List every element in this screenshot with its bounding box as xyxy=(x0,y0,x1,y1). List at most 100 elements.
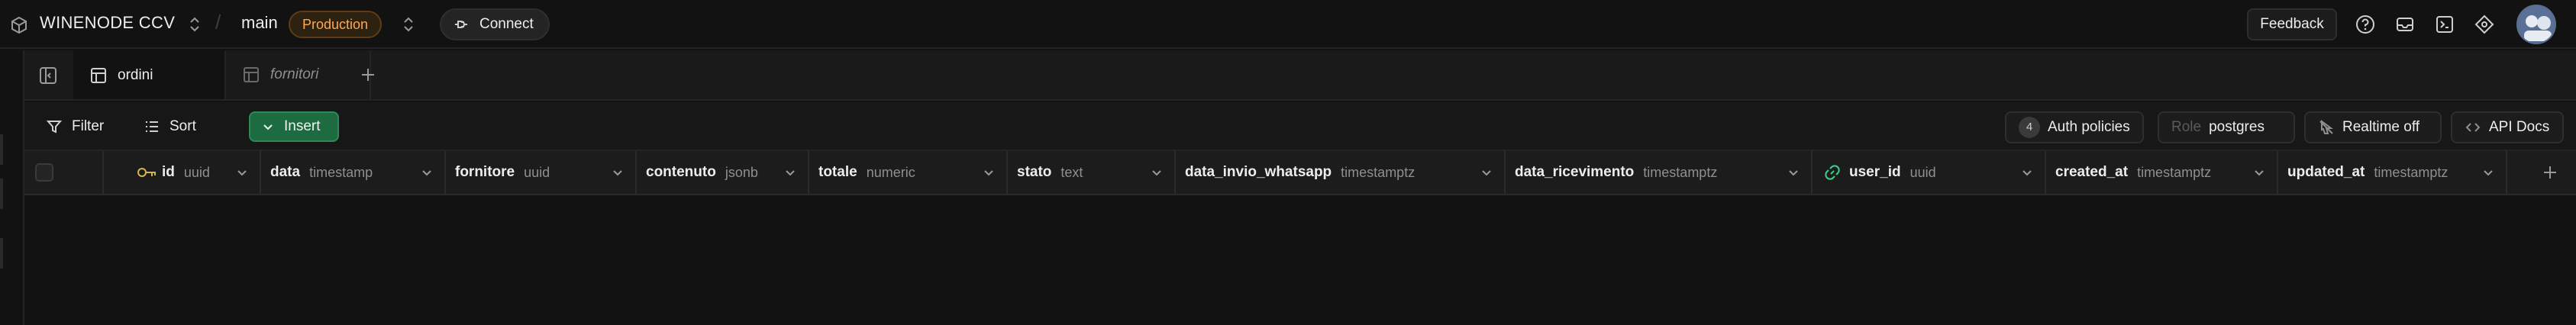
column-type: text xyxy=(1060,164,1083,180)
column-type: timestamptz xyxy=(1341,164,1416,180)
toggle-sidebar-icon[interactable] xyxy=(38,66,58,85)
rail-marker xyxy=(0,179,3,209)
column-type: jsonb xyxy=(725,164,758,180)
project-box-icon xyxy=(9,15,29,35)
role-value: postgres xyxy=(2209,119,2264,135)
select-all-column xyxy=(24,151,104,194)
chevron-down-icon[interactable] xyxy=(783,166,797,179)
user-avatar[interactable] xyxy=(2516,5,2556,44)
realtime-label: Realtime off xyxy=(2342,119,2420,135)
chevron-down-icon[interactable] xyxy=(982,166,996,179)
column-name: contenuto xyxy=(646,164,716,180)
column-type: timestamp xyxy=(309,164,373,180)
sort-button[interactable]: Sort xyxy=(133,111,207,142)
breadcrumb-separator: / xyxy=(215,11,221,34)
assistant-icon[interactable] xyxy=(2474,14,2495,35)
chevron-down-icon[interactable] xyxy=(611,166,625,179)
column-type: timestamptz xyxy=(2137,164,2212,180)
help-icon[interactable] xyxy=(2355,14,2376,35)
chevron-down-icon[interactable] xyxy=(1480,166,1493,179)
chevron-down-icon[interactable] xyxy=(1787,166,1800,179)
add-column-plus-icon[interactable] xyxy=(2541,163,2559,182)
auth-policies-button[interactable]: 4 Auth policies xyxy=(2005,111,2144,143)
branch-switcher-chevron-icon[interactable] xyxy=(400,14,417,34)
column-name: fornitore xyxy=(455,164,515,180)
terminal-icon[interactable] xyxy=(2434,14,2455,35)
realtime-toggle[interactable]: Realtime off xyxy=(2304,111,2442,143)
inbox-icon[interactable] xyxy=(2394,14,2416,35)
role-selector[interactable]: Role postgres xyxy=(2158,111,2295,143)
tab-fornitori[interactable]: fornitori xyxy=(226,50,371,99)
api-docs-button[interactable]: API Docs xyxy=(2451,111,2564,143)
feedback-button[interactable]: Feedback xyxy=(2247,8,2337,40)
chevron-down-icon[interactable] xyxy=(2481,166,2495,179)
table-icon xyxy=(90,67,107,84)
api-docs-label: API Docs xyxy=(2489,119,2550,135)
tab-label: ordini xyxy=(118,67,153,83)
branch-name[interactable]: main xyxy=(241,13,278,33)
new-tab-plus-icon[interactable] xyxy=(359,66,377,84)
primary-key-icon xyxy=(136,163,157,182)
table-toolbar: Filter Sort Insert 4 Auth policies Role … xyxy=(24,102,2576,151)
project-name[interactable]: WINENODE CCV xyxy=(40,13,175,33)
auth-policies-label: Auth policies xyxy=(2048,119,2130,135)
rail-marker xyxy=(0,134,3,165)
tab-label: fornitori xyxy=(270,66,319,82)
column-header-id[interactable]: id uuid xyxy=(104,151,261,194)
top-bar: WINENODE CCV / main Production Connect F… xyxy=(0,0,2576,49)
column-header-created-at[interactable]: created_at timestamptz xyxy=(2046,151,2278,194)
column-header-data-invio-whatsapp[interactable]: data_invio_whatsapp timestamptz xyxy=(1176,151,1506,194)
column-header-fornitore[interactable]: fornitore uuid xyxy=(446,151,637,194)
column-name: data_ricevimento xyxy=(1515,164,1635,180)
column-header-stato[interactable]: stato text xyxy=(1008,151,1176,194)
chevron-down-icon[interactable] xyxy=(2252,166,2266,179)
column-header-data-ricevimento[interactable]: data_ricevimento timestamptz xyxy=(1506,151,1813,194)
column-name: id xyxy=(162,164,175,180)
column-header-data[interactable]: data timestamp xyxy=(261,151,446,194)
filter-label: Filter xyxy=(72,118,105,134)
realtime-off-icon xyxy=(2318,119,2335,136)
select-all-checkbox[interactable] xyxy=(35,163,53,182)
project-switcher-chevron-icon[interactable] xyxy=(186,14,203,34)
connect-button[interactable]: Connect xyxy=(440,8,550,40)
environment-badge: Production xyxy=(289,11,383,38)
sort-label: Sort xyxy=(169,118,196,134)
chevron-down-icon[interactable] xyxy=(420,166,434,179)
grid-header: id uuid data timestamp fornitore uuid co… xyxy=(24,151,2576,195)
column-name: totale xyxy=(818,164,857,180)
filter-icon xyxy=(46,118,63,135)
column-type: timestamptz xyxy=(2374,164,2448,180)
link-icon xyxy=(1823,163,1842,182)
plug-icon xyxy=(452,15,470,34)
column-type: uuid xyxy=(183,164,210,180)
column-name: stato xyxy=(1017,164,1052,180)
filter-button[interactable]: Filter xyxy=(35,111,115,142)
connect-label: Connect xyxy=(479,16,534,32)
insert-button[interactable]: Insert xyxy=(249,111,339,142)
chevron-down-icon[interactable] xyxy=(235,166,249,179)
tab-ordini[interactable]: ordini xyxy=(73,50,226,99)
tabs-bar: ordini fornitori xyxy=(24,50,2576,101)
chevron-down-icon[interactable] xyxy=(2020,166,2034,179)
column-type: uuid xyxy=(1909,164,1936,180)
column-header-updated-at[interactable]: updated_at timestamptz xyxy=(2278,151,2507,194)
column-header-user-id[interactable]: user_id uuid xyxy=(1813,151,2046,194)
left-rail xyxy=(0,50,24,325)
column-type: uuid xyxy=(524,164,550,180)
table-icon xyxy=(243,66,260,83)
column-type: numeric xyxy=(866,164,915,180)
sort-icon xyxy=(144,118,160,135)
column-header-contenuto[interactable]: contenuto jsonb xyxy=(637,151,809,194)
column-header-totale[interactable]: totale numeric xyxy=(809,151,1008,194)
chevron-down-icon xyxy=(261,120,275,134)
auth-policies-count: 4 xyxy=(2019,117,2040,138)
chevron-down-icon[interactable] xyxy=(1150,166,1164,179)
role-prefix: Role xyxy=(2171,119,2202,135)
grid-body-empty xyxy=(24,195,2576,325)
column-type: timestamptz xyxy=(1643,164,1718,180)
rail-marker xyxy=(0,238,3,269)
column-name: data_invio_whatsapp xyxy=(1185,164,1332,180)
insert-label: Insert xyxy=(284,118,321,134)
column-name: user_id xyxy=(1849,164,1901,180)
column-name: created_at xyxy=(2055,164,2129,180)
